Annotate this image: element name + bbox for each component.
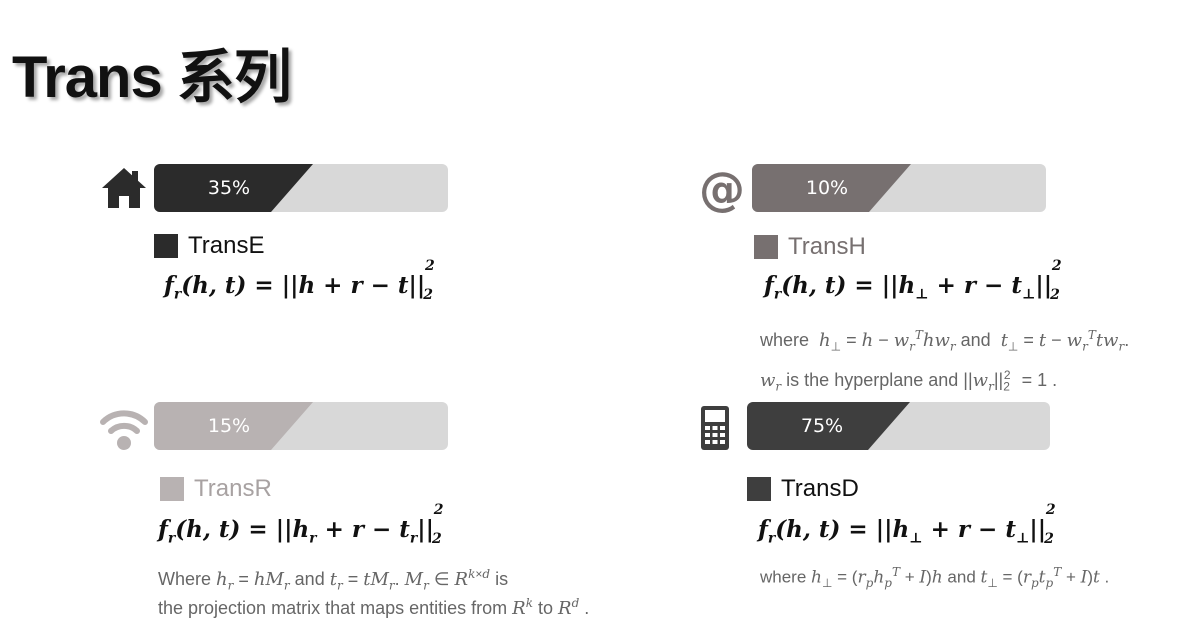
legend-label: TransR <box>194 475 272 502</box>
progress-percent-label: 15% <box>207 415 251 437</box>
formula-transd: fr(h, t) = ||h⊥ + r − t⊥||22 <box>758 502 1056 547</box>
formula-transr: fr(h, t) = ||hr + r − tr||22 <box>158 502 444 547</box>
legend-label: TransH <box>788 233 866 260</box>
legend-swatch <box>754 235 778 259</box>
note-transh-line1: where h⊥ = h − wrThwr and t⊥ = t − wrTtw… <box>760 328 1130 354</box>
progress-bar-transd: 75% <box>747 402 1050 450</box>
home-icon <box>102 168 146 208</box>
legend-transh: TransH <box>754 233 866 261</box>
note-transh-line2: wr is the hyperplane and ||wr||22 = 1 . <box>760 368 1058 394</box>
legend-transd: TransD <box>747 475 859 503</box>
progress-percent-label: 75% <box>800 415 844 437</box>
wifi-icon <box>100 410 148 450</box>
mobile-phone-icon <box>701 406 729 450</box>
legend-label: TransD <box>781 475 859 502</box>
progress-bar-transe: 35% <box>154 164 448 212</box>
progress-percent-label: 10% <box>805 177 849 199</box>
legend-swatch <box>154 234 178 258</box>
progress-bar-transr: 15% <box>154 402 448 450</box>
legend-swatch <box>747 477 771 501</box>
legend-swatch <box>160 477 184 501</box>
at-sign-icon: @ <box>699 166 745 214</box>
note-transd-line1: where h⊥ = (rphpT + I)h and t⊥ = (rptpT … <box>760 565 1110 591</box>
progress-bar-transh: 10% <box>752 164 1046 212</box>
legend-transr: TransR <box>160 475 272 503</box>
note-transr-line2: the projection matrix that maps entities… <box>158 596 590 619</box>
legend-label: TransE <box>188 232 265 259</box>
progress-percent-label: 35% <box>207 177 251 199</box>
formula-transe: fr(h, t) = ||h + r − t||22 <box>164 258 435 303</box>
svg-text:@: @ <box>699 166 745 214</box>
formula-transh: fr(h, t) = ||h⊥ + r − t⊥||22 <box>764 258 1062 303</box>
page-title: Trans 系列 <box>12 45 292 110</box>
note-transr-line1: Where hr = hMr and tr = tMr. Mr ∈ Rk×d i… <box>158 567 509 593</box>
legend-transe: TransE <box>154 232 264 260</box>
